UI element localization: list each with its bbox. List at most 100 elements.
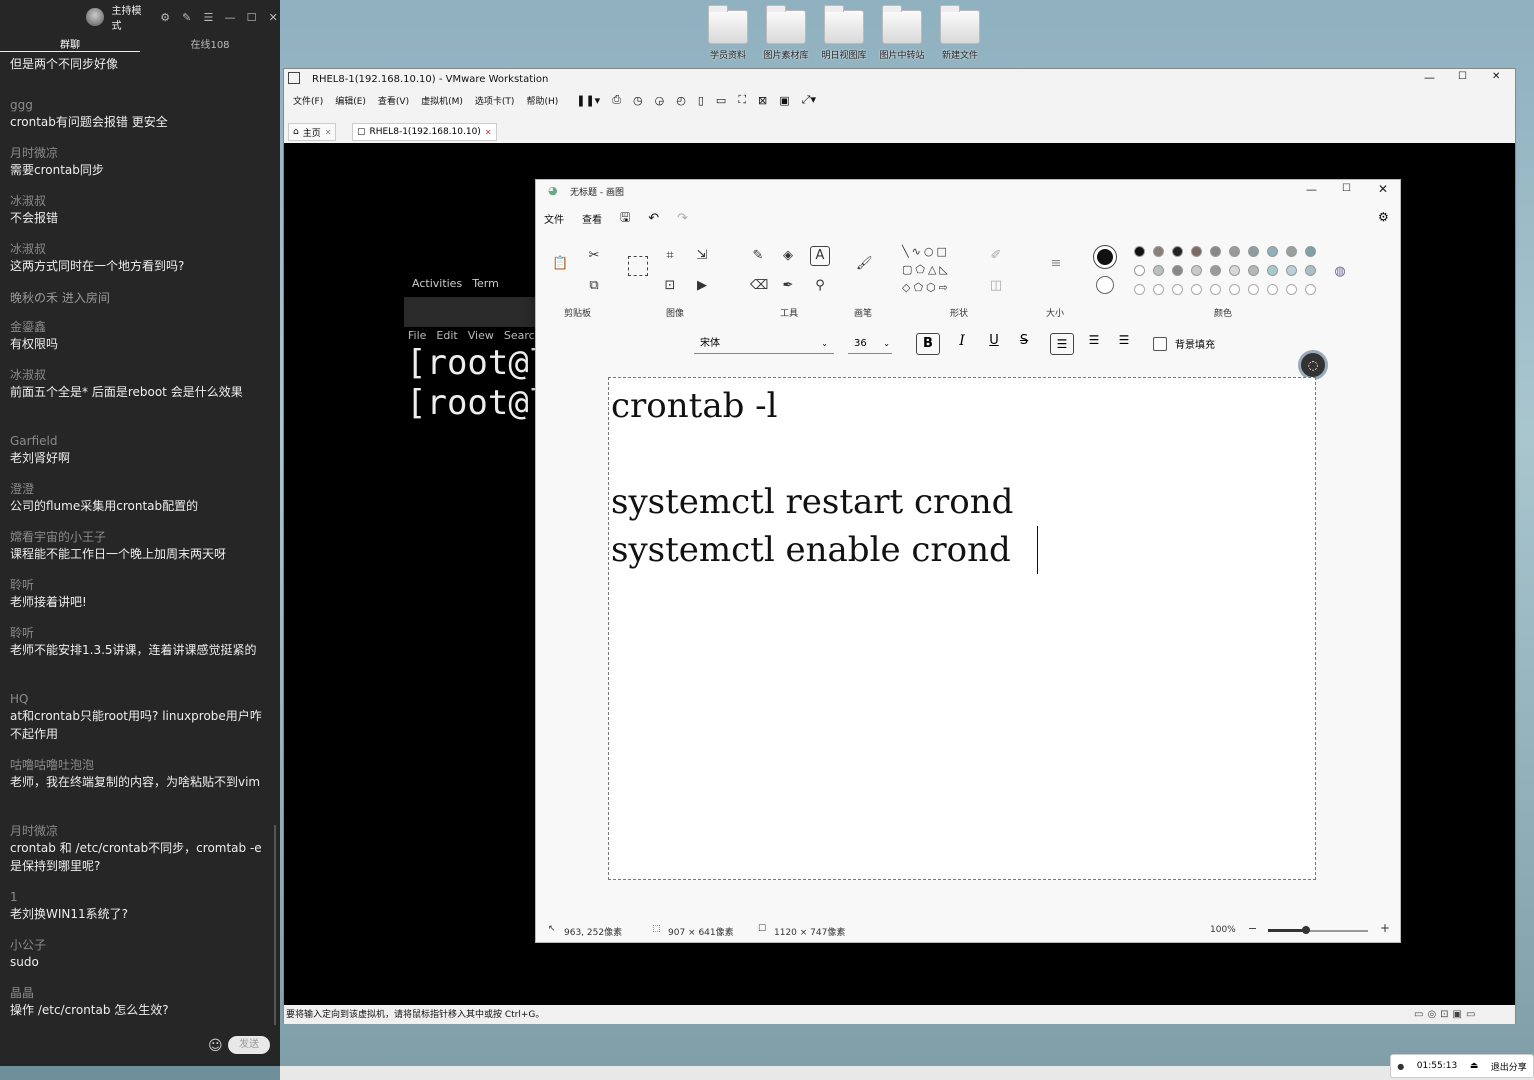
font-size-select[interactable]: 36 ⌄ (848, 334, 892, 354)
palette-empty-swatch[interactable] (1248, 284, 1259, 295)
fullscreen-icon[interactable]: ⛶ (738, 93, 746, 107)
zoom-out-button[interactable]: − (1248, 922, 1257, 935)
drawing-canvas[interactable]: crontab -l systemctl restart crond syste… (608, 377, 1316, 880)
gear-icon[interactable]: ⚙ (158, 11, 172, 24)
bg-fill-checkbox[interactable] (1153, 337, 1167, 351)
menu-file[interactable]: 文件(F) (293, 94, 323, 107)
menu-vm[interactable]: 虚拟机(M) (421, 94, 463, 107)
desktop-icon-folder[interactable]: 图片中转站 (874, 5, 930, 61)
term-menu-file[interactable]: File (408, 329, 426, 342)
image-search-icon[interactable]: ⊡ (662, 278, 678, 294)
rotate-icon[interactable]: ▶ (694, 278, 710, 294)
menu-file[interactable]: 文件 (544, 211, 564, 226)
edit-icon[interactable]: ✎ (180, 11, 194, 24)
snapshot-icon[interactable]: ◷ (633, 94, 643, 107)
bold-button[interactable]: B (916, 333, 940, 355)
text-tool-icon[interactable]: A (810, 246, 830, 266)
palette-empty-swatch[interactable] (1134, 284, 1145, 295)
palette-color-swatch[interactable] (1305, 265, 1316, 276)
font-name-select[interactable]: 宋体 ⌄ (694, 334, 834, 354)
palette-empty-swatch[interactable] (1267, 284, 1278, 295)
thumbnail-icon[interactable]: ▭ (716, 94, 726, 107)
activities-button[interactable]: Activities (412, 277, 462, 290)
palette-color-swatch[interactable] (1248, 246, 1259, 257)
align-left-button[interactable]: ☰ (1050, 333, 1074, 355)
palette-color-swatch[interactable] (1229, 246, 1240, 257)
sidebar-toggle-icon[interactable]: ▯ (698, 94, 704, 107)
save-icon[interactable]: 🖫 (620, 208, 630, 229)
paste-icon[interactable]: 📋 (552, 256, 568, 272)
undo-icon[interactable]: ↶ (648, 211, 659, 226)
palette-empty-swatch[interactable] (1191, 284, 1202, 295)
revert-snapshot-icon[interactable]: ◶ (655, 94, 665, 107)
size-icon[interactable]: ≡ (1046, 256, 1066, 272)
term-menu-edit[interactable]: Edit (436, 329, 457, 342)
palette-color-swatch[interactable] (1134, 265, 1145, 276)
outline-icon[interactable]: ✐ (988, 248, 1004, 264)
palette-empty-swatch[interactable] (1153, 284, 1164, 295)
select-icon[interactable] (628, 256, 648, 276)
cut-icon[interactable]: ✂ (586, 248, 602, 264)
stretch-icon[interactable]: ⤢▾ (802, 93, 816, 107)
italic-button[interactable]: I (952, 333, 972, 349)
term-menu-search[interactable]: Searc (504, 329, 535, 342)
palette-empty-swatch[interactable] (1172, 284, 1183, 295)
zoom-in-button[interactable]: + (1380, 921, 1390, 935)
resize-icon[interactable]: ⇲ (694, 248, 710, 264)
palette-empty-swatch[interactable] (1210, 284, 1221, 295)
fill-icon[interactable]: ◈ (780, 248, 796, 264)
zoom-slider[interactable] (1268, 926, 1368, 934)
canvas-text-line[interactable]: crontab -l (611, 386, 778, 426)
palette-color-swatch[interactable] (1172, 265, 1183, 276)
palette-color-swatch[interactable] (1153, 265, 1164, 276)
palette-color-swatch[interactable] (1153, 246, 1164, 257)
menu-help[interactable]: 帮助(H) (526, 94, 558, 107)
edit-colors-icon[interactable]: ◍ (1332, 264, 1348, 280)
palette-color-swatch[interactable] (1267, 246, 1278, 257)
palette-empty-swatch[interactable] (1229, 284, 1240, 295)
close-icon[interactable]: ✕ (1378, 182, 1388, 196)
shape-fill-icon[interactable]: ◫ (988, 278, 1004, 294)
palette-color-swatch[interactable] (1267, 265, 1278, 276)
shape-gallery-row3[interactable]: ◇⬠⬡⇨ (902, 280, 972, 296)
crop-icon[interactable]: ⌗ (662, 248, 678, 264)
tab-online[interactable]: 在线108 (140, 36, 280, 52)
close-icon[interactable]: ✕ (1492, 71, 1500, 82)
redo-icon[interactable]: ↷ (677, 211, 688, 226)
color-picker-icon[interactable]: ✒ (780, 278, 796, 294)
close-icon[interactable]: ✕ (266, 11, 280, 24)
palette-color-swatch[interactable] (1286, 246, 1297, 257)
palette-color-swatch[interactable] (1191, 265, 1202, 276)
desktop-icon-folder[interactable]: 图片素材库 (758, 5, 814, 61)
palette-color-swatch[interactable] (1172, 246, 1183, 257)
minimize-icon[interactable]: — (223, 11, 237, 24)
terminal-app-label[interactable]: Term (472, 277, 499, 290)
send-keys-icon[interactable]: ⎙ (612, 93, 621, 107)
unity-icon[interactable]: ⊠ (758, 94, 767, 107)
brush-icon[interactable]: 🖌 (856, 256, 873, 272)
copy-icon[interactable]: ⧉ (586, 278, 602, 294)
term-menu-view[interactable]: View (468, 329, 494, 342)
maximize-icon[interactable]: ☐ (1458, 71, 1467, 82)
close-icon[interactable]: ✕ (485, 128, 492, 137)
canvas-text-line[interactable]: systemctl enable crond (611, 530, 1011, 570)
menu-view[interactable]: 查看(V) (378, 94, 409, 107)
device-icons[interactable]: ▭◎⊡▣▭ (1414, 1006, 1479, 1024)
palette-color-swatch[interactable] (1210, 265, 1221, 276)
strikethrough-button[interactable]: S (1014, 333, 1034, 348)
desktop-icon-folder[interactable]: 学员资料 (700, 5, 756, 61)
palette-empty-swatch[interactable] (1286, 284, 1297, 295)
chat-scrollbar[interactable] (273, 60, 277, 1025)
maximize-icon[interactable]: ☐ (245, 11, 259, 24)
canvas-text-line[interactable]: systemctl restart crond (611, 482, 1013, 522)
emoji-icon[interactable]: ☺ (208, 1038, 223, 1054)
shape-gallery-row1[interactable]: ╲∿○□ (902, 244, 972, 260)
desktop-icon-folder[interactable]: 明日视图库 (816, 5, 872, 61)
menu-view[interactable]: 查看 (582, 211, 602, 226)
palette-color-swatch[interactable] (1248, 265, 1259, 276)
console-icon[interactable]: ▣ (779, 94, 789, 107)
tab-group-chat[interactable]: 群聊 (0, 36, 140, 52)
tab-home[interactable]: ⌂ 主页 ✕ (288, 123, 337, 141)
magnifier-icon[interactable]: ⚲ (812, 278, 828, 294)
send-button[interactable]: 发送 (228, 1036, 270, 1054)
